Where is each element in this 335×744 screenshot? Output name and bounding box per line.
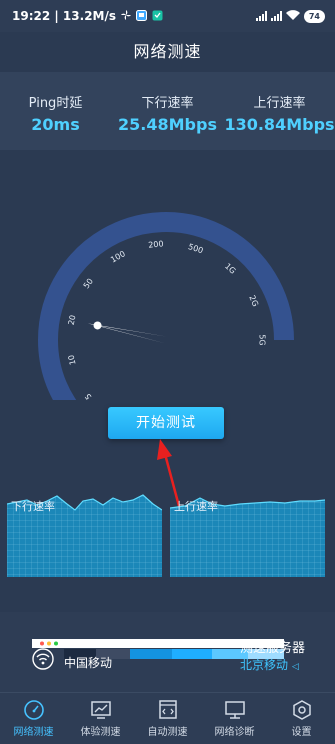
tab-network-diagnosis[interactable]: 网络诊断 [201,693,268,744]
tab-label: 网络诊断 [214,727,255,738]
gauge-tick-label: 500 [187,242,204,255]
desktop-icon [224,701,245,719]
page-title: 网络测速 [133,42,202,61]
tab-settings[interactable]: 设置 [268,693,335,744]
speed-gauge: 051020501002005001G2G5G [38,212,294,400]
metric-upload-label: 上行速率 [253,96,306,111]
upload-graph: 上行速率 [169,490,326,577]
start-test-button[interactable]: 开始测试 [108,407,224,439]
metric-download-value: 25.48Mbps [118,115,217,134]
signal-waves-icon [32,648,54,670]
monitor-chart-icon [90,701,111,719]
metric-ping: Ping时延 20ms [0,72,111,134]
speedometer-icon [23,700,44,720]
download-graph: 下行速率 [6,490,163,577]
status-left: 19:22 | 13.2M/s [12,9,163,24]
code-window-icon [158,700,177,719]
metrics-panel: Ping时延 20ms 下行速率 25.48Mbps 上行速率 130.84Mb… [0,72,335,150]
gauge-tick-label: 20 [67,314,78,326]
server-label: 测速服务器 [240,641,306,656]
signal-icon-sim1 [255,11,267,21]
tab-label: 网络测速 [13,727,54,738]
triangle-left-icon: ◁ [291,662,299,672]
settings-icon [292,700,311,720]
tab-label: 体验测速 [80,727,121,738]
metric-upload: 上行速率 130.84Mbps [224,72,335,134]
metric-upload-value: 130.84Mbps [224,115,335,134]
tab-network-speed[interactable]: 网络测速 [0,693,67,744]
gauge-arc [38,212,294,400]
gauge-tick-labels: 051020501002005001G2G5G [67,239,267,400]
server-location-text: 北京移动 [240,658,289,672]
gauge-tick-label: 200 [148,239,164,250]
battery-indicator: 74 [303,9,325,23]
gauge-tick-label: 2G [247,294,260,308]
tab-auto-speed[interactable]: 自动测速 [134,693,201,744]
gauge-tick-label: 10 [67,354,78,366]
upload-graph-label: 上行速率 [174,500,218,513]
app-notification-icon [136,9,148,24]
gauge-tick-label: 100 [109,249,127,264]
bottom-tab-bar: 网络测速 体验测速 自动测速 网络诊断 设置 [0,692,335,744]
server-location[interactable]: 北京移动 ◁ [240,656,299,673]
status-right: 74 [255,9,325,23]
gauge-tick-label: 50 [82,277,95,291]
fan-icon [120,9,132,24]
tab-label: 自动测速 [147,727,188,738]
gauge-tick-label: 1G [223,262,237,276]
wifi-icon [285,9,300,23]
metric-ping-label: Ping时延 [28,96,83,111]
metric-download: 下行速率 25.48Mbps [112,72,223,134]
app-notification-icon-2 [152,10,163,24]
gauge-hub [93,321,102,330]
isp-name: 中国移动 [64,656,113,670]
download-graph-label: 下行速率 [11,500,55,513]
gauge-tick-label: 5G [258,334,267,345]
status-time-speed: 19:22 | 13.2M/s [12,9,117,23]
tab-label: 设置 [291,727,312,738]
tab-experience-speed[interactable]: 体验测速 [67,693,134,744]
signal-icon-sim2 [270,11,282,21]
metric-download-label: 下行速率 [141,96,194,111]
gauge-tick-label: 5 [83,392,93,400]
metric-ping-value: 20ms [31,115,80,134]
